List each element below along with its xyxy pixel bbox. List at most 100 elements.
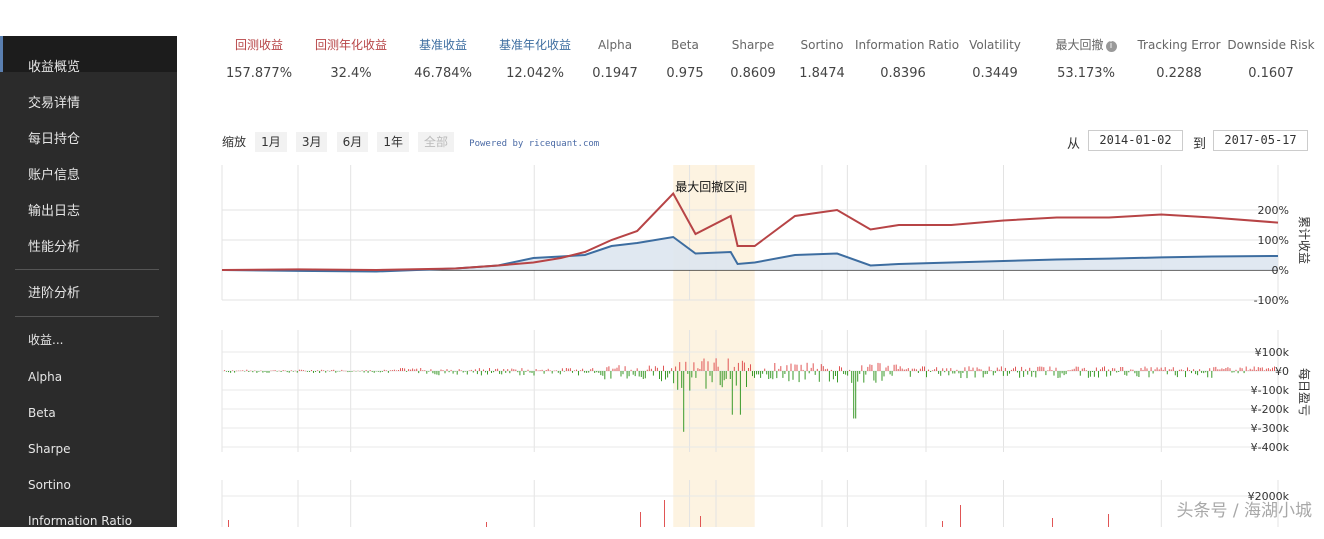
profit-bar bbox=[1241, 368, 1243, 371]
loss-bar bbox=[349, 371, 351, 372]
loss-bar bbox=[1002, 371, 1004, 376]
loss-bar bbox=[1148, 371, 1150, 378]
loss-bar bbox=[406, 371, 408, 372]
profit-bar bbox=[1104, 366, 1105, 371]
profit-bar bbox=[960, 505, 961, 527]
profit-bar bbox=[547, 368, 549, 371]
loss-bar bbox=[620, 371, 622, 377]
loss-bar bbox=[762, 371, 764, 374]
profit-bar bbox=[242, 370, 244, 371]
loss-bar bbox=[363, 371, 365, 373]
profit-bar bbox=[713, 362, 715, 371]
loss-bar bbox=[798, 371, 800, 383]
profit-bar bbox=[1120, 367, 1122, 371]
loss-bar bbox=[711, 371, 713, 383]
profit-bar bbox=[561, 368, 563, 371]
profit-bar bbox=[748, 368, 749, 371]
profit-bar bbox=[806, 362, 808, 371]
profit-bar bbox=[968, 366, 970, 371]
profit-bar bbox=[539, 370, 541, 371]
y-tick-label: -100% bbox=[1254, 294, 1289, 307]
loss-bar bbox=[529, 371, 531, 373]
profit-bar bbox=[877, 362, 879, 371]
profit-bar bbox=[1122, 367, 1124, 371]
profit-bar bbox=[934, 369, 936, 371]
profit-bar bbox=[450, 369, 452, 371]
profit-bar bbox=[393, 369, 395, 371]
profit-bar bbox=[932, 370, 934, 371]
loss-bar bbox=[843, 371, 845, 374]
loss-bar bbox=[994, 371, 996, 373]
loss-bar bbox=[464, 371, 466, 372]
loss-bar bbox=[1197, 371, 1199, 376]
profit-bar bbox=[867, 366, 869, 371]
profit-bar bbox=[327, 370, 329, 371]
profit-bar bbox=[913, 368, 915, 371]
loss-bar bbox=[1203, 371, 1205, 374]
loss-bar bbox=[1237, 371, 1239, 374]
loss-bar bbox=[875, 371, 877, 383]
max-drawdown-band bbox=[673, 165, 755, 527]
loss-bar bbox=[1176, 371, 1178, 378]
loss-bar bbox=[659, 371, 660, 379]
profit-bar bbox=[741, 360, 743, 371]
y-tick-label: ¥-200k bbox=[1251, 403, 1290, 416]
loss-bar bbox=[367, 371, 369, 373]
loss-bar bbox=[948, 371, 950, 376]
loss-bar bbox=[381, 371, 383, 372]
profit-bar bbox=[1249, 368, 1251, 371]
profit-bar bbox=[778, 368, 780, 371]
profit-bar bbox=[733, 366, 735, 371]
profit-bar bbox=[442, 370, 444, 371]
max-drawdown-annotation: 最大回撤区间 bbox=[675, 179, 747, 194]
profit-bar bbox=[972, 367, 974, 371]
profit-bar bbox=[1013, 368, 1014, 371]
profit-bar bbox=[1140, 368, 1142, 371]
profit-bar bbox=[1083, 367, 1085, 371]
loss-bar bbox=[359, 371, 361, 372]
loss-bar bbox=[604, 371, 606, 380]
profit-bar bbox=[369, 370, 371, 371]
loss-bar bbox=[1201, 371, 1203, 373]
profit-bar bbox=[486, 522, 487, 527]
loss-bar bbox=[1126, 371, 1128, 376]
loss-bar bbox=[517, 371, 519, 373]
loss-bar bbox=[1006, 371, 1008, 376]
loss-bar bbox=[472, 371, 474, 373]
profit-bar bbox=[416, 368, 418, 371]
profit-bar bbox=[887, 365, 889, 371]
profit-bar bbox=[396, 370, 397, 371]
loss-bar bbox=[944, 371, 946, 373]
loss-bar bbox=[677, 371, 679, 390]
profit-bar bbox=[608, 366, 610, 371]
loss-bar bbox=[319, 371, 321, 373]
profit-bar bbox=[1043, 367, 1045, 371]
profit-bar bbox=[270, 370, 272, 372]
profit-bar bbox=[1225, 368, 1227, 371]
profit-bar bbox=[254, 370, 256, 371]
profit-bar bbox=[648, 365, 650, 371]
profit-bar bbox=[964, 367, 966, 371]
loss-bar bbox=[982, 371, 984, 378]
loss-bar bbox=[814, 371, 816, 375]
loss-bar bbox=[859, 371, 861, 374]
profit-bar bbox=[298, 369, 300, 371]
loss-bar bbox=[505, 371, 507, 373]
loss-bar bbox=[652, 371, 654, 376]
loss-bar bbox=[758, 371, 760, 375]
profit-bar bbox=[1075, 366, 1077, 371]
loss-bar bbox=[306, 371, 308, 372]
profit-bar bbox=[1267, 368, 1269, 371]
profit-bar bbox=[774, 363, 776, 371]
loss-bar bbox=[543, 371, 545, 374]
profit-bar bbox=[1055, 367, 1057, 371]
loss-bar bbox=[480, 371, 482, 376]
loss-bar bbox=[891, 371, 893, 376]
loss-bar bbox=[721, 371, 723, 388]
profit-bar bbox=[885, 367, 887, 371]
profit-bar bbox=[1217, 369, 1219, 371]
y-tick-label: ¥-300k bbox=[1251, 422, 1290, 435]
profit-bar bbox=[1272, 367, 1273, 371]
loss-bar bbox=[683, 371, 685, 432]
loss-bar bbox=[280, 371, 282, 372]
